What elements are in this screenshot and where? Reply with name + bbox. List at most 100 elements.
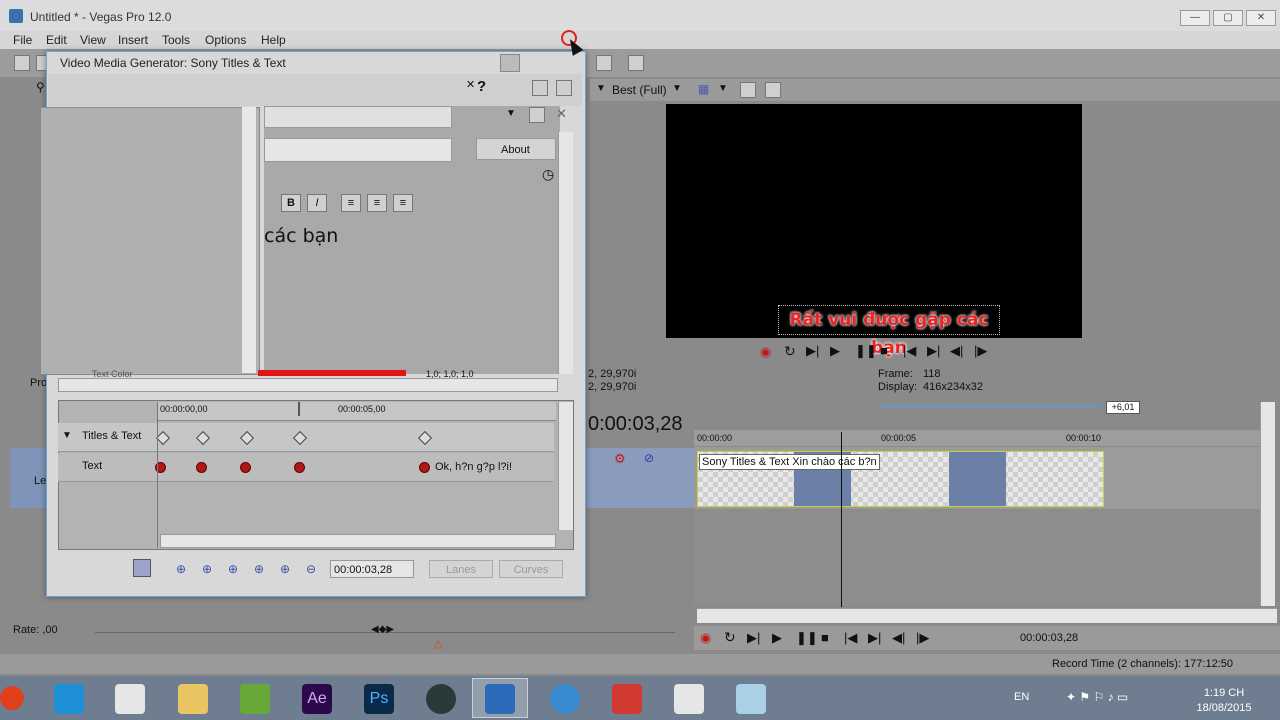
taskbar-clock[interactable]: 1:19 CH 18/08/2015 <box>1193 686 1255 716</box>
keyframe-diamond[interactable] <box>292 430 308 446</box>
kf-playhead[interactable] <box>298 402 300 416</box>
play-button-icon[interactable]: ▶ <box>772 630 782 646</box>
chart-app-icon[interactable] <box>612 684 642 714</box>
next-keyframe-icon[interactable]: ⊕ <box>226 562 240 576</box>
teamviewer-icon[interactable] <box>54 684 84 714</box>
track-header[interactable]: Le <box>10 448 46 508</box>
keyframe-row-text[interactable]: Text Ok, h?n g?p l?i! <box>58 453 554 482</box>
dropdown-arrow-icon[interactable]: ▼ <box>596 83 606 94</box>
next-frame-button-icon[interactable]: |▶ <box>916 630 929 646</box>
menu-view[interactable]: View <box>80 33 106 47</box>
quality-dropdown-icon[interactable]: ▼ <box>672 83 682 94</box>
media-player-icon[interactable] <box>426 684 456 714</box>
first-keyframe-icon[interactable]: ⊕ <box>174 562 188 576</box>
menu-options[interactable]: Options <box>205 33 246 47</box>
keyframe-row-titles[interactable]: ▼ Titles & Text <box>58 423 554 452</box>
sync-cursor-icon[interactable] <box>133 559 151 577</box>
preset-list-panel[interactable] <box>40 107 260 375</box>
curves-button[interactable]: Curves <box>499 560 563 578</box>
about-button[interactable]: About <box>476 138 556 160</box>
pause-icon[interactable]: ❚❚ <box>855 343 877 359</box>
keyframe-time-field[interactable]: 00:00:03,28 <box>330 560 414 578</box>
menu-help[interactable]: Help <box>261 33 286 47</box>
record-icon[interactable]: ◉ <box>760 344 771 360</box>
track-fx-icon[interactable]: ⚙ <box>614 451 626 467</box>
maximize-button[interactable]: ▢ <box>1213 10 1243 26</box>
dialog-close-icon[interactable]: ✕ <box>466 78 475 91</box>
preset-list-scrollbar[interactable] <box>242 107 256 373</box>
keyframe-dot[interactable] <box>196 462 207 473</box>
stop-icon[interactable]: ■ <box>880 343 888 358</box>
new-file-icon[interactable] <box>14 55 30 71</box>
preset-dropdown-icon[interactable]: ▼ <box>506 108 516 119</box>
overlay-dropdown-icon[interactable]: ▼ <box>718 83 728 94</box>
timeline-playhead[interactable] <box>841 432 842 607</box>
menu-edit[interactable]: Edit <box>46 33 67 47</box>
loop-region-bar[interactable] <box>880 405 1102 407</box>
window-icon[interactable] <box>556 80 572 96</box>
start-button-icon[interactable]: |◀ <box>844 630 857 646</box>
plugin-scrollbar[interactable] <box>558 132 573 374</box>
whats-this-icon[interactable] <box>628 55 644 71</box>
winrar-icon[interactable] <box>240 684 270 714</box>
shuttle-icon[interactable]: ◀◆▶ <box>371 624 394 635</box>
magnifier-icon[interactable]: ⚲ <box>36 80 45 94</box>
loop-icon[interactable]: ↻ <box>784 343 796 360</box>
keyframe-diamond[interactable] <box>155 430 171 446</box>
menu-file[interactable]: File <box>13 33 32 47</box>
prev-frame-icon[interactable]: ◀| <box>950 343 963 359</box>
keyframe-ruler[interactable]: 00:00:00,00 00:00:05,00 <box>158 402 556 421</box>
add-keyframe-icon[interactable]: ⊕ <box>278 562 292 576</box>
save-preset-icon[interactable] <box>529 107 545 123</box>
language-indicator[interactable]: EN <box>1014 691 1029 703</box>
copy-snapshot-icon[interactable] <box>740 82 756 98</box>
play-from-start-icon[interactable]: ▶| <box>806 343 819 359</box>
keyframe-horizontal-scrollbar[interactable] <box>160 534 556 548</box>
play-icon[interactable]: ▶ <box>830 343 840 359</box>
prev-frame-button-icon[interactable]: ◀| <box>892 630 905 646</box>
prev-keyframe-icon[interactable]: ⊕ <box>200 562 214 576</box>
vegas-taskbar-icon[interactable] <box>485 684 515 714</box>
keyframe-dot[interactable] <box>294 462 305 473</box>
delete-keyframe-icon[interactable]: ⊖ <box>304 562 318 576</box>
pause-button-icon[interactable]: ❚❚ <box>796 630 818 646</box>
mute-track-icon[interactable]: ⊘ <box>644 451 654 465</box>
start-button-icon[interactable] <box>0 686 24 710</box>
notepad-icon[interactable] <box>736 684 766 714</box>
browser-icon[interactable] <box>550 684 580 714</box>
print-icon[interactable] <box>532 80 548 96</box>
camera-app-icon[interactable] <box>674 684 704 714</box>
menu-insert[interactable]: Insert <box>118 33 148 47</box>
bold-button[interactable]: B <box>281 194 301 212</box>
collapse-icon[interactable]: ▼ <box>62 430 72 441</box>
save-snapshot-icon[interactable] <box>765 82 781 98</box>
photoshop-icon[interactable]: Ps <box>364 684 394 714</box>
help-icon[interactable]: ? <box>477 78 486 95</box>
keyframe-dot[interactable] <box>419 462 430 473</box>
preset-select[interactable] <box>264 106 452 128</box>
go-to-start-icon[interactable]: |◀ <box>903 343 916 359</box>
keyframe-diamond[interactable] <box>239 430 255 446</box>
end-button-icon[interactable]: ▶| <box>868 630 881 646</box>
record-button-icon[interactable]: ◉ <box>700 630 711 646</box>
keyframe-vertical-scrollbar[interactable] <box>558 402 573 530</box>
text-color-swatch[interactable] <box>258 370 406 376</box>
keyframe-dot[interactable] <box>240 462 251 473</box>
align-left-button[interactable]: ≡ <box>341 194 361 212</box>
italic-button[interactable]: I <box>307 194 327 212</box>
align-center-button[interactable]: ≡ <box>367 194 387 212</box>
lanes-button[interactable]: Lanes <box>429 560 493 578</box>
next-frame-icon[interactable]: |▶ <box>974 343 987 359</box>
align-right-button[interactable]: ≡ <box>393 194 413 212</box>
close-button[interactable]: ✕ <box>1246 10 1276 26</box>
delete-preset-icon[interactable]: ✕ <box>556 106 567 122</box>
timeline-horizontal-scrollbar[interactable] <box>697 608 1277 623</box>
keyframe-diamond[interactable] <box>417 430 433 446</box>
plugin-horizontal-scrollbar[interactable] <box>58 378 558 392</box>
stop-button-icon[interactable]: ■ <box>821 630 829 645</box>
menu-tools[interactable]: Tools <box>162 33 190 47</box>
preview-quality-select[interactable]: Best (Full) <box>612 83 667 97</box>
timeline-vertical-scrollbar[interactable] <box>1260 402 1275 606</box>
last-keyframe-icon[interactable]: ⊕ <box>252 562 266 576</box>
minimize-button[interactable]: — <box>1180 10 1210 26</box>
